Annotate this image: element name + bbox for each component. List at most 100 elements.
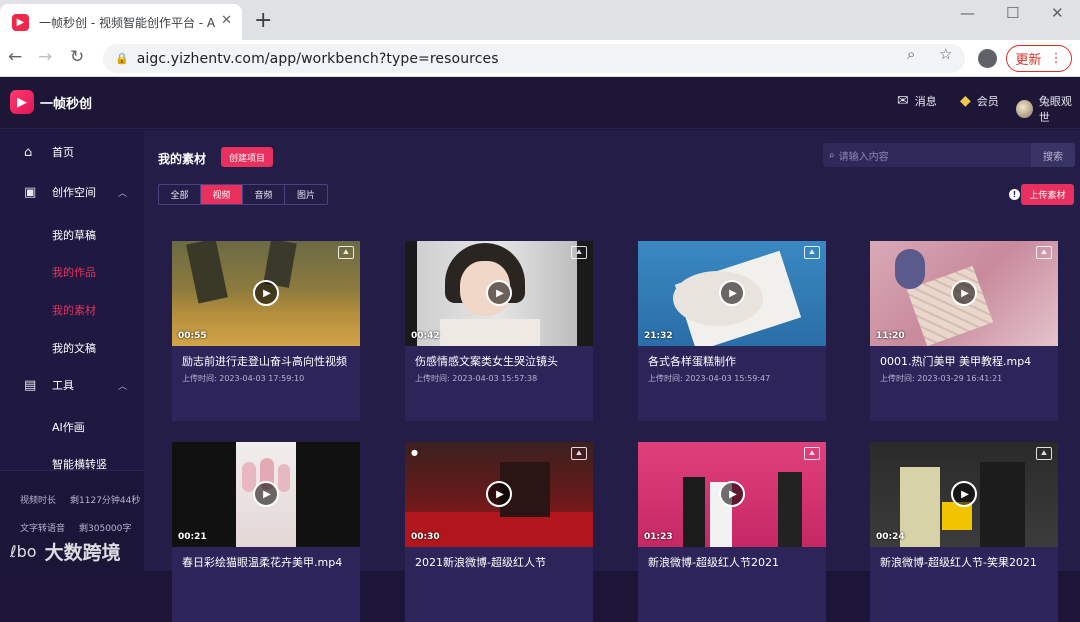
new-tab-icon[interactable]: +: [254, 8, 272, 33]
star-icon[interactable]: ☆: [939, 45, 952, 63]
card-title: 各式各样蛋糕制作: [648, 355, 736, 368]
image-icon: ⛰: [804, 246, 820, 259]
diamond-icon: ◆: [960, 93, 971, 109]
video-thumbnail[interactable]: ⛰ ▶ 00:24: [870, 442, 1058, 547]
address-bar[interactable]: 🔒 aigc.yizhentv.com/app/workbench?type=r…: [103, 44, 965, 73]
material-card[interactable]: ⛰ ▶ 11:20 0001.热门美甲 美甲教程.mp4 上传时间: 2023-…: [870, 241, 1058, 421]
image-icon: ⛰: [338, 246, 354, 259]
search-button[interactable]: 搜索: [1031, 143, 1075, 167]
sidebar-item-materials[interactable]: 我的素材: [52, 302, 96, 318]
upload-time: 上传时间: 2023-03-29 16:41:21: [880, 374, 1003, 383]
info-icon[interactable]: !: [1009, 189, 1020, 200]
card-title: 励志前进行走登山奋斗高向性视频: [182, 355, 347, 368]
maximize-icon[interactable]: ☐: [1006, 4, 1019, 22]
filter-image[interactable]: 图片: [285, 185, 327, 204]
tts-quota: 文字转语音 剩305000字: [20, 524, 132, 534]
duration: 01:23: [644, 532, 673, 542]
brand-name[interactable]: 一帧秒创: [40, 93, 92, 112]
sidebar-item-creation-space[interactable]: ▣ 创作空间 ︿: [0, 174, 144, 210]
window-close-icon[interactable]: ✕: [1051, 4, 1064, 22]
filter-audio[interactable]: 音频: [243, 185, 285, 204]
lock-icon: 🔒: [115, 52, 129, 65]
duration: 00:55: [178, 331, 207, 341]
card-title: 0001.热门美甲 美甲教程.mp4: [880, 355, 1032, 368]
video-thumbnail[interactable]: ⛰ ▶ 00:42: [405, 241, 593, 346]
video-thumbnail[interactable]: ⛰ ▶ 01:23: [638, 442, 826, 547]
image-icon: ⛰: [804, 447, 820, 460]
material-card[interactable]: ⛰ ▶ 00:24 新浪微博-超级红人节-笑果2021: [870, 442, 1058, 622]
video-thumbnail[interactable]: ▶ 00:21: [172, 442, 360, 547]
material-card[interactable]: ▶ 00:21 春日彩绘猫眼温柔花卉美甲.mp4: [172, 442, 360, 622]
material-card[interactable]: ● ⛰ ▶ 00:30 2021新浪微博-超级红人节: [405, 442, 593, 622]
filter-video[interactable]: 视频: [201, 185, 243, 204]
sidebar-item-works[interactable]: 我的作品: [52, 264, 96, 280]
video-thumbnail[interactable]: ⛰ ▶ 11:20: [870, 241, 1058, 346]
watermark-logo: ℓbo: [10, 542, 37, 561]
filter-all[interactable]: 全部: [159, 185, 201, 204]
close-icon[interactable]: ✕: [221, 13, 232, 28]
card-title: 2021新浪微博-超级红人节: [415, 556, 546, 569]
duration: 00:24: [876, 532, 905, 542]
sidebar-item-tools[interactable]: ▤ 工具 ︿: [0, 367, 144, 403]
play-icon[interactable]: ▶: [951, 481, 977, 507]
weibo-logo-icon: ●: [411, 448, 418, 457]
chevron-up-icon: ︿: [118, 188, 128, 199]
forward-icon[interactable]: →: [38, 47, 52, 67]
play-icon[interactable]: ▶: [719, 280, 745, 306]
message-link[interactable]: ✉ 消息: [897, 93, 937, 109]
card-title: 新浪微博-超级红人节2021: [648, 556, 779, 569]
video-thumbnail[interactable]: ⛰ ▶ 21:32: [638, 241, 826, 346]
sidebar-item-drafts[interactable]: 我的草稿: [52, 227, 96, 243]
browser-tab[interactable]: ▶ 一帧秒创 - 视频智能创作平台 - A ✕: [0, 4, 242, 40]
video-quota: 视频时长 剩1127分钟44秒: [20, 496, 141, 506]
page-title: 我的素材: [158, 152, 207, 166]
update-button[interactable]: 更新 ⋮: [1006, 45, 1072, 72]
sidebar-item-home[interactable]: ⌂ 首页: [0, 134, 144, 170]
material-card[interactable]: ⛰ ▶ 01:23 新浪微博-超级红人节2021: [638, 442, 826, 622]
play-icon[interactable]: ▶: [951, 280, 977, 306]
sidebar-item-documents[interactable]: 我的文稿: [52, 340, 96, 356]
image-icon: ⛰: [571, 246, 587, 259]
minimize-icon[interactable]: —: [960, 4, 975, 22]
duration: 11:20: [876, 331, 905, 341]
home-icon: ⌂: [24, 144, 33, 160]
sidebar-item-ai-paint[interactable]: AI作画: [52, 419, 85, 435]
back-icon[interactable]: ←: [8, 47, 22, 67]
card-title: 新浪微博-超级红人节-笑果2021: [880, 556, 1037, 569]
search-input[interactable]: ⌕ 请输入内容: [823, 143, 1031, 167]
play-icon[interactable]: ▶: [719, 481, 745, 507]
image-icon: ⛰: [1036, 447, 1052, 460]
play-icon[interactable]: ▶: [486, 481, 512, 507]
zoom-icon[interactable]: ⌕: [907, 45, 915, 63]
duration: 21:32: [644, 331, 673, 341]
app-header: ▶ 一帧秒创 ✉ 消息 ◆ 会员 兔眼观世: [0, 77, 1080, 129]
sidebar: ⌂ 首页 ▣ 创作空间 ︿ 我的草稿 我的作品 我的素材 我的文稿 ▤ 工具 ︿…: [0, 130, 144, 571]
material-card[interactable]: ⛰ ▶ 00:55 励志前进行走登山奋斗高向性视频 上传时间: 2023-04-…: [172, 241, 360, 421]
type-filter: 全部 视频 音频 图片: [158, 184, 328, 205]
brand-logo-icon[interactable]: ▶: [10, 90, 34, 114]
card-title: 春日彩绘猫眼温柔花卉美甲.mp4: [182, 556, 343, 569]
browser-tabbar: ▶ 一帧秒创 - 视频智能创作平台 - A ✕ + — ☐ ✕: [0, 0, 1080, 40]
play-icon[interactable]: ▶: [253, 481, 279, 507]
avatar: [1016, 100, 1033, 118]
browser-toolbar: ← → ↻ 🔒 aigc.yizhentv.com/app/workbench?…: [0, 40, 1080, 77]
search-icon: ⌕: [829, 149, 835, 161]
video-thumbnail[interactable]: ⛰ ▶ 00:55: [172, 241, 360, 346]
monitor-icon: ▣: [24, 184, 37, 200]
chevron-up-icon: ︿: [118, 381, 128, 392]
duration: 00:21: [178, 532, 207, 542]
profile-icon[interactable]: [978, 49, 997, 68]
main-content: 我的素材 创建项目 ⌕ 请输入内容 搜索 全部 视频 音频 图片 ! 上传素材 …: [144, 130, 1080, 622]
app-favicon-icon: ▶: [12, 13, 29, 31]
material-card[interactable]: ⛰ ▶ 21:32 各式各样蛋糕制作 上传时间: 2023-04-03 15:5…: [638, 241, 826, 421]
upload-button[interactable]: 上传素材: [1021, 184, 1074, 205]
reload-icon[interactable]: ↻: [70, 47, 84, 67]
material-card[interactable]: ⛰ ▶ 00:42 伤感情感文案类女生哭泣镜头 上传时间: 2023-04-03…: [405, 241, 593, 421]
member-link[interactable]: ◆ 会员: [960, 93, 999, 109]
create-project-button[interactable]: 创建项目: [221, 147, 273, 167]
video-thumbnail[interactable]: ● ⛰ ▶ 00:30: [405, 442, 593, 547]
image-icon: ⛰: [1036, 246, 1052, 259]
play-icon[interactable]: ▶: [253, 280, 279, 306]
play-icon[interactable]: ▶: [486, 280, 512, 306]
user-menu[interactable]: 兔眼观世: [1016, 93, 1080, 125]
